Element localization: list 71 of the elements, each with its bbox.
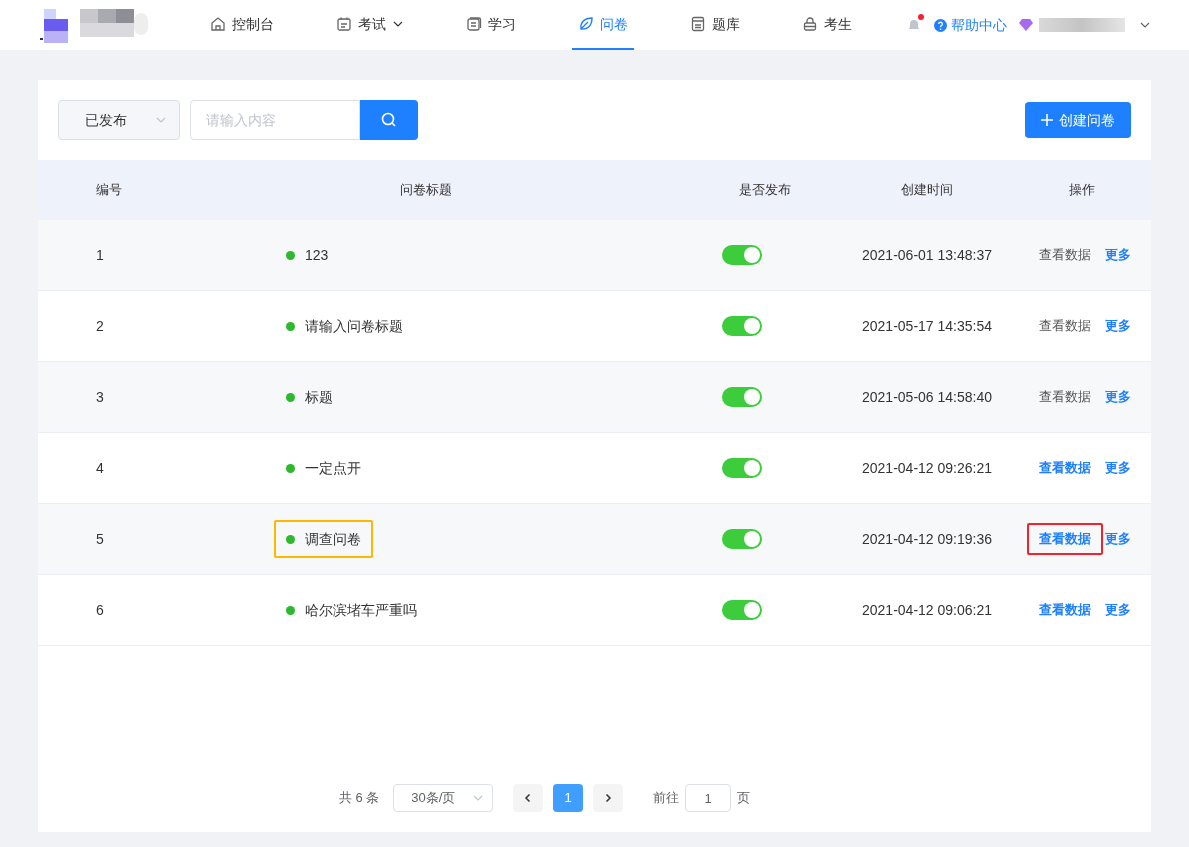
survey-title[interactable]: 标题	[274, 378, 345, 416]
view-data-link[interactable]: 查看数据	[1027, 381, 1103, 413]
user-name-blurred[interactable]	[1039, 18, 1125, 32]
nav-tab[interactable]: 题库	[684, 0, 746, 50]
search-field[interactable]: 请输入内容	[190, 100, 360, 140]
more-link[interactable]: 更多	[1105, 458, 1131, 478]
more-link[interactable]: 更多	[1105, 387, 1131, 407]
view-data-link[interactable]: 查看数据	[1027, 239, 1103, 271]
table-cell-text: 2021-04-12 09:26:21	[862, 458, 992, 478]
table-cell-text: 3	[96, 387, 104, 407]
publish-switch[interactable]	[722, 387, 762, 407]
survey-title[interactable]: 请输入问卷标题	[274, 307, 415, 345]
help-link[interactable]: 帮助中心	[934, 14, 1007, 36]
goto-label: 前往	[653, 789, 680, 808]
column-header: 问卷标题	[400, 181, 452, 200]
calendar-icon	[336, 16, 352, 32]
table-cell-text: 2021-04-12 09:06:21	[862, 600, 992, 620]
next-page-button[interactable]	[593, 784, 624, 812]
house-icon	[210, 16, 226, 32]
plus-icon	[1041, 114, 1053, 126]
prev-page-button[interactable]	[513, 784, 544, 812]
more-link[interactable]: 更多	[1105, 245, 1131, 265]
more-link[interactable]: 更多	[1105, 600, 1131, 620]
publish-switch[interactable]	[722, 529, 762, 549]
total-count: 共 6 条	[338, 789, 380, 808]
view-data-link[interactable]: 查看数据	[1027, 452, 1103, 484]
table-cell-text: 1	[96, 245, 104, 265]
survey-title[interactable]: 哈尔滨堵车严重吗	[274, 591, 429, 629]
nav-tab[interactable]: 考生	[796, 0, 858, 50]
search-icon	[381, 112, 397, 128]
goto-page-field[interactable]: 1	[685, 784, 732, 812]
book-icon	[690, 16, 706, 32]
leaf-icon	[578, 16, 594, 32]
table-cell-text: 4	[96, 458, 104, 478]
table-cell-text: 2021-05-06 14:58:40	[862, 387, 992, 407]
table-cell-text: 2021-04-12 09:19:36	[862, 529, 992, 549]
publish-switch[interactable]	[722, 316, 762, 336]
nav-tab[interactable]: 考试	[330, 0, 410, 50]
survey-title[interactable]: 一定点开	[274, 449, 373, 487]
column-header: 编号	[96, 181, 122, 200]
more-link[interactable]: 更多	[1105, 529, 1131, 549]
column-header: 操作	[1069, 181, 1095, 200]
table-cell-text: 2021-05-17 14:35:54	[862, 316, 992, 336]
publish-switch[interactable]	[722, 458, 762, 478]
view-data-link[interactable]: 查看数据	[1027, 310, 1103, 342]
nav-tab[interactable]: 控制台	[204, 0, 280, 50]
table-cell-text: 5	[96, 529, 104, 549]
page-size-select[interactable]: 30条/页	[393, 784, 494, 812]
help-icon	[934, 18, 947, 32]
nav-tab[interactable]: 问卷	[572, 0, 634, 50]
nav-tab[interactable]: 学习	[460, 0, 522, 50]
view-data-link[interactable]: 查看数据	[1027, 523, 1103, 555]
table-cell-text: 2021-06-01 13:48:37	[862, 245, 992, 265]
diamond-icon	[1019, 19, 1033, 31]
publish-switch[interactable]	[722, 600, 762, 620]
column-header: 是否发布	[738, 181, 791, 200]
survey-title[interactable]: 123	[274, 236, 341, 274]
goto-suffix: 页	[737, 789, 751, 808]
survey-title[interactable]: 调查问卷	[274, 520, 373, 558]
table-cell-text: 2	[96, 316, 104, 336]
lock-icon	[802, 16, 818, 32]
publish-switch[interactable]	[722, 245, 762, 265]
document-icon	[466, 16, 482, 32]
chevron-right-icon	[603, 793, 614, 803]
table-cell-text: 6	[96, 600, 104, 620]
view-data-link[interactable]: 查看数据	[1027, 594, 1103, 626]
status-select[interactable]: 已发布	[58, 100, 180, 140]
create-button[interactable]: 创建问卷	[1025, 102, 1131, 138]
more-link[interactable]: 更多	[1105, 316, 1131, 336]
column-header: 创建时间	[901, 181, 953, 200]
search-button[interactable]	[360, 100, 418, 140]
